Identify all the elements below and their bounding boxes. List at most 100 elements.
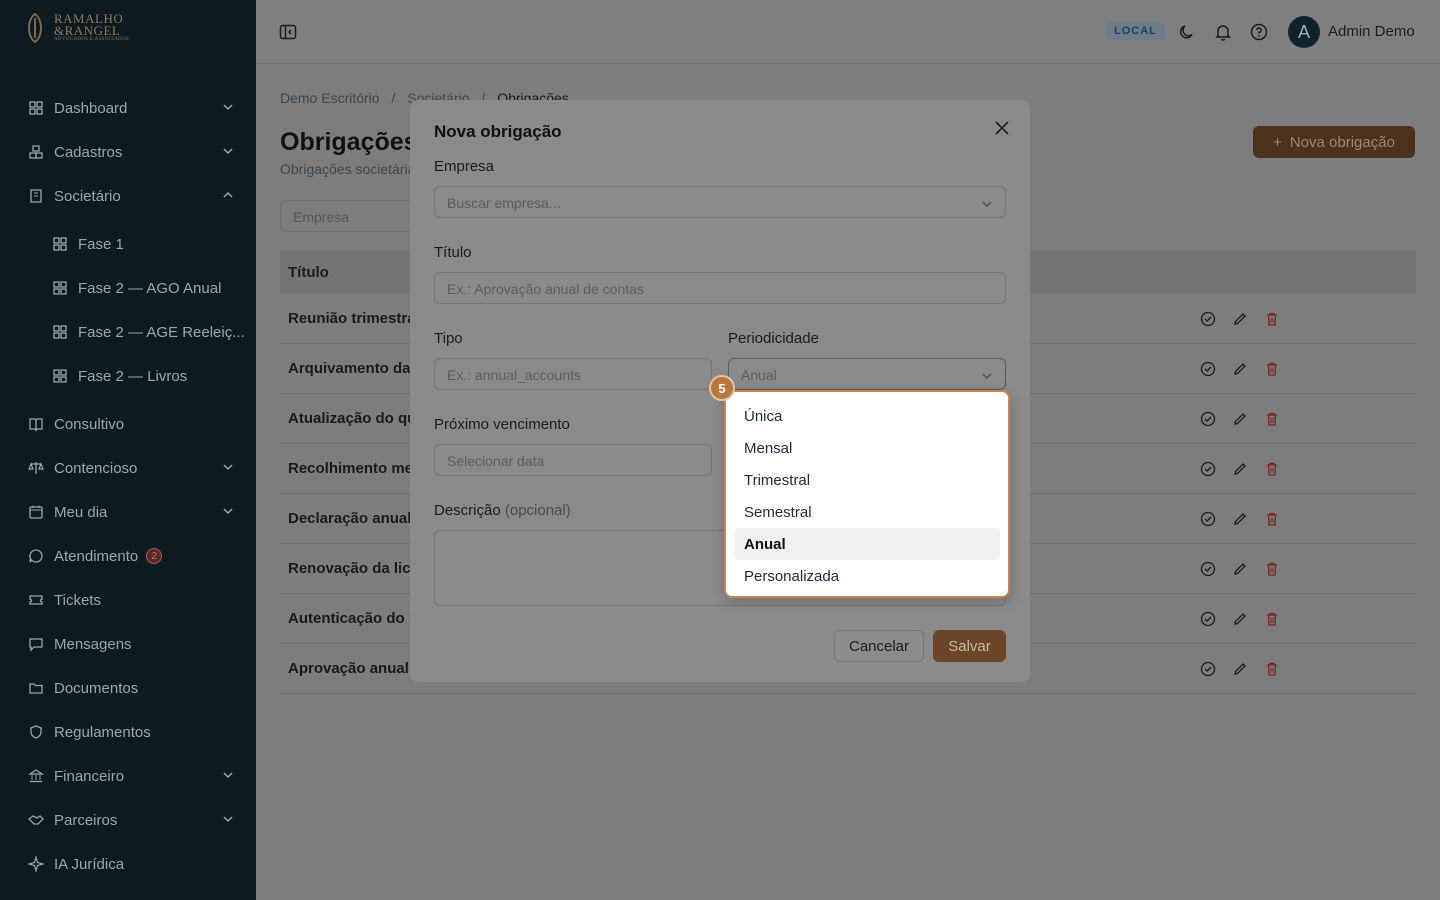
check-circle-icon[interactable] xyxy=(1200,461,1216,477)
company-select[interactable]: Buscar empresa... xyxy=(434,186,1006,218)
trash-icon[interactable] xyxy=(1264,411,1280,427)
check-circle-icon[interactable] xyxy=(1200,411,1216,427)
edit-icon[interactable] xyxy=(1232,611,1248,627)
grid-icon xyxy=(53,281,67,295)
trash-icon[interactable] xyxy=(1264,311,1280,327)
title-input[interactable]: Ex.: Aprovação anual de contas xyxy=(434,272,1006,304)
building-icon xyxy=(30,189,42,203)
sidebar-item[interactable]: Configurações xyxy=(0,888,256,900)
periodicity-dropdown: Única Mensal Trimestral Semestral Anual Perso… xyxy=(724,390,1010,598)
chevron-up-icon[interactable] xyxy=(222,189,234,201)
sidebar-item[interactable]: Societário xyxy=(0,176,256,216)
sidebar-item[interactable]: Atendimento 2 xyxy=(0,536,256,576)
save-button[interactable]: Salvar xyxy=(933,630,1006,662)
trash-icon[interactable] xyxy=(1264,511,1280,527)
company-filter[interactable]: Empresa xyxy=(280,200,430,232)
trash-icon[interactable] xyxy=(1264,461,1280,477)
sidebar-item[interactable]: Cadastros xyxy=(0,132,256,172)
type-input[interactable]: Ex.: annual_accounts xyxy=(434,358,712,390)
edit-icon[interactable] xyxy=(1232,361,1248,377)
help-icon[interactable] xyxy=(1249,22,1269,42)
check-circle-icon[interactable] xyxy=(1200,511,1216,527)
bell-icon[interactable] xyxy=(1213,22,1233,42)
sidebar-item[interactable]: Parceiros xyxy=(0,800,256,840)
trash-icon[interactable] xyxy=(1264,661,1280,677)
edit-icon[interactable] xyxy=(1232,411,1248,427)
edit-icon[interactable] xyxy=(1232,561,1248,577)
sidebar-item-label: Fase 2 — AGE Reeleiç... xyxy=(78,323,245,341)
message-icon xyxy=(29,638,43,652)
periodicity-option[interactable]: Única xyxy=(734,400,1000,432)
sidebar-item[interactable]: Meu dia xyxy=(0,492,256,532)
row-title: Recolhimento me xyxy=(288,460,414,477)
sidebar-item[interactable]: Fase 2 — Livros xyxy=(0,356,256,396)
row-title: Arquivamento da xyxy=(288,360,411,377)
bank-icon xyxy=(28,769,44,783)
row-title: Reunião trimestral xyxy=(288,310,420,327)
row-actions xyxy=(1200,361,1280,377)
sidebar-item[interactable]: Fase 2 — AGO Anual xyxy=(0,268,256,308)
trash-icon[interactable] xyxy=(1264,361,1280,377)
cancel-button[interactable]: Cancelar xyxy=(834,630,924,662)
chevron-down-icon[interactable] xyxy=(222,461,234,473)
sidebar-item[interactable]: Dashboard xyxy=(0,88,256,128)
avatar[interactable]: A xyxy=(1288,16,1320,48)
sidebar-item[interactable]: Tickets xyxy=(0,580,256,620)
periodicity-option[interactable]: Semestral xyxy=(734,496,1000,528)
sidebar-item[interactable]: Financeiro xyxy=(0,756,256,796)
sidebar-item-label: Fase 1 xyxy=(78,235,124,253)
moon-icon[interactable] xyxy=(1177,22,1197,42)
grid-icon xyxy=(53,369,67,383)
trash-icon[interactable] xyxy=(1264,561,1280,577)
periodicity-option[interactable]: Anual xyxy=(734,528,1000,560)
sidebar-item[interactable]: Consultivo xyxy=(0,404,256,444)
sidebar-item[interactable]: Mensagens xyxy=(0,624,256,664)
due-date-picker[interactable]: Selecionar data xyxy=(434,444,712,476)
sidebar-item-label: Meu dia xyxy=(54,503,108,521)
sidebar-item-label: Fase 2 — Livros xyxy=(78,367,188,385)
periodicity-option[interactable]: Mensal xyxy=(734,432,1000,464)
due-date-label: Próximo vencimento xyxy=(434,416,570,433)
check-circle-icon[interactable] xyxy=(1200,361,1216,377)
chevron-down-icon[interactable] xyxy=(222,145,234,157)
sidebar-item[interactable]: Regulamentos xyxy=(0,712,256,752)
periodicity-select[interactable]: Anual xyxy=(728,358,1006,390)
sparkle-icon xyxy=(28,856,44,872)
periodicity-option[interactable]: Personalizada xyxy=(734,560,1000,592)
sidebar-item-label: Consultivo xyxy=(54,415,125,433)
type-placeholder: Ex.: annual_accounts xyxy=(447,367,581,383)
breadcrumb-item[interactable]: Demo Escritório xyxy=(280,90,380,106)
edit-icon[interactable] xyxy=(1232,661,1248,677)
sidebar-item[interactable]: Contencioso xyxy=(0,448,256,488)
edit-icon[interactable] xyxy=(1232,511,1248,527)
chevron-down-icon[interactable] xyxy=(222,505,234,517)
check-circle-icon[interactable] xyxy=(1200,611,1216,627)
sidebar-item[interactable]: IA Jurídica xyxy=(0,844,256,884)
notification-badge: 2 xyxy=(146,548,163,564)
edit-icon[interactable] xyxy=(1232,461,1248,477)
check-circle-icon[interactable] xyxy=(1200,311,1216,327)
grid-icon xyxy=(53,237,67,251)
close-icon[interactable] xyxy=(992,118,1012,138)
calendar-icon xyxy=(29,505,43,519)
check-circle-icon[interactable] xyxy=(1200,661,1216,677)
chevron-down-icon[interactable] xyxy=(222,813,234,825)
company-label: Empresa xyxy=(434,158,495,175)
sidebar-toggle-icon[interactable] xyxy=(278,22,298,42)
trash-icon[interactable] xyxy=(1264,611,1280,627)
chevron-down-icon[interactable] xyxy=(222,769,234,781)
new-obligation-button[interactable]: + Nova obrigação xyxy=(1253,126,1415,158)
row-actions xyxy=(1200,461,1280,477)
description-label: Descrição (opcional) xyxy=(434,502,571,519)
sidebar-item[interactable]: Fase 1 xyxy=(0,224,256,264)
periodicity-option[interactable]: Trimestral xyxy=(734,464,1000,496)
new-obligation-label: Nova obrigação xyxy=(1289,133,1395,151)
sidebar-item[interactable]: Fase 2 — AGE Reeleiç... xyxy=(0,312,256,352)
check-circle-icon[interactable] xyxy=(1200,561,1216,577)
chevron-down-icon[interactable] xyxy=(222,101,234,113)
sidebar-item[interactable]: Documentos xyxy=(0,668,256,708)
user-name[interactable]: Admin Demo xyxy=(1328,23,1415,40)
sidebar-item-label: Dashboard xyxy=(54,99,128,117)
edit-icon[interactable] xyxy=(1232,311,1248,327)
brand-logo[interactable]: RAMALHO &RANGEL ADVOGADOS E ASSOCIADOS xyxy=(22,12,129,44)
